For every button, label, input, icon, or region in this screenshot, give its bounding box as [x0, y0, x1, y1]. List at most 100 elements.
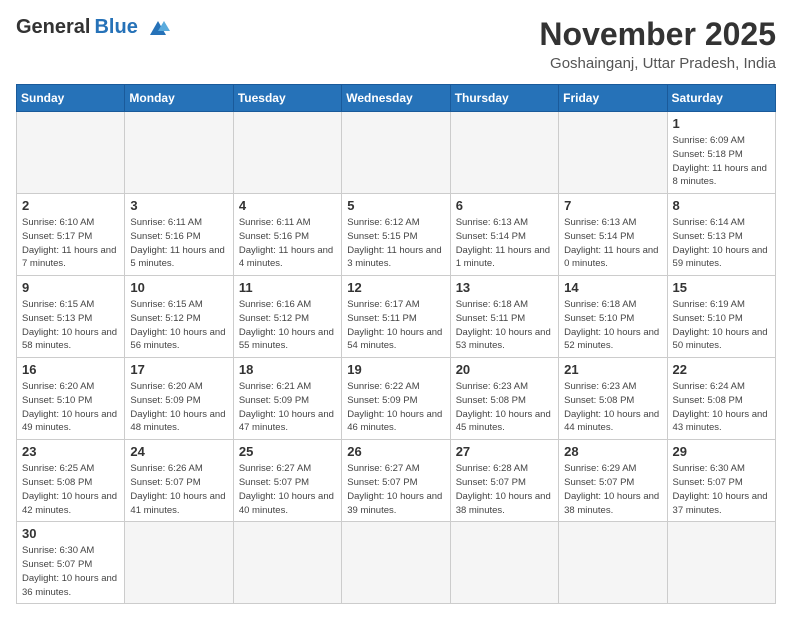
calendar-table: SundayMondayTuesdayWednesdayThursdayFrid… — [16, 84, 776, 604]
day-info: Sunrise: 6:30 AM Sunset: 5:07 PM Dayligh… — [22, 544, 119, 599]
day-info: Sunrise: 6:30 AM Sunset: 5:07 PM Dayligh… — [673, 462, 770, 517]
logo: General Blue — [16, 16, 174, 39]
day-number: 2 — [22, 198, 119, 213]
calendar-header-row: SundayMondayTuesdayWednesdayThursdayFrid… — [17, 85, 776, 112]
calendar-cell: 5Sunrise: 6:12 AM Sunset: 5:15 PM Daylig… — [342, 194, 450, 276]
day-number: 3 — [130, 198, 227, 213]
day-info: Sunrise: 6:24 AM Sunset: 5:08 PM Dayligh… — [673, 380, 770, 435]
day-number: 10 — [130, 280, 227, 295]
day-info: Sunrise: 6:15 AM Sunset: 5:13 PM Dayligh… — [22, 298, 119, 353]
day-info: Sunrise: 6:13 AM Sunset: 5:14 PM Dayligh… — [564, 216, 661, 271]
location-text: Goshainganj, Uttar Pradesh, India — [539, 55, 776, 72]
calendar-cell — [125, 522, 233, 604]
day-info: Sunrise: 6:11 AM Sunset: 5:16 PM Dayligh… — [239, 216, 336, 271]
calendar-cell: 8 Sunrise: 6:14 AM Sunset: 5:13 PM Daylig… — [667, 194, 775, 276]
day-header-thursday: Thursday — [450, 85, 558, 112]
calendar-cell: 26Sunrise: 6:27 AM Sunset: 5:07 PM Dayli… — [342, 440, 450, 522]
calendar-cell: 28Sunrise: 6:29 AM Sunset: 5:07 PM Dayli… — [559, 440, 667, 522]
day-number: 30 — [22, 526, 119, 541]
day-info: Sunrise: 6:17 AM Sunset: 5:11 PM Dayligh… — [347, 298, 444, 353]
day-number: 29 — [673, 444, 770, 459]
calendar-cell: 17 Sunrise: 6:20 AM Sunset: 5:09 PM Dayli… — [125, 358, 233, 440]
day-number: 15 — [673, 280, 770, 295]
calendar-cell: 24Sunrise: 6:26 AM Sunset: 5:07 PM Dayli… — [125, 440, 233, 522]
day-header-tuesday: Tuesday — [233, 85, 341, 112]
calendar-cell: 13 Sunrise: 6:18 AM Sunset: 5:11 PM Dayli… — [450, 276, 558, 358]
calendar-cell: 1 Sunrise: 6:09 AM Sunset: 5:18 PM Daylig… — [667, 112, 775, 194]
day-number: 13 — [456, 280, 553, 295]
day-info: Sunrise: 6:18 AM Sunset: 5:11 PM Dayligh… — [456, 298, 553, 353]
calendar-week-row: 2 Sunrise: 6:10 AM Sunset: 5:17 PM Daylig… — [17, 194, 776, 276]
day-number: 24 — [130, 444, 227, 459]
day-info: Sunrise: 6:23 AM Sunset: 5:08 PM Dayligh… — [564, 380, 661, 435]
calendar-cell: 20 Sunrise: 6:23 AM Sunset: 5:08 PM Dayli… — [450, 358, 558, 440]
calendar-week-row: 1 Sunrise: 6:09 AM Sunset: 5:18 PM Daylig… — [17, 112, 776, 194]
day-number: 25 — [239, 444, 336, 459]
calendar-cell — [559, 112, 667, 194]
calendar-cell: 15Sunrise: 6:19 AM Sunset: 5:10 PM Dayli… — [667, 276, 775, 358]
calendar-cell — [342, 522, 450, 604]
logo-icon — [142, 17, 174, 39]
day-info: Sunrise: 6:27 AM Sunset: 5:07 PM Dayligh… — [347, 462, 444, 517]
month-title: November 2025 — [539, 16, 776, 53]
calendar-cell — [125, 112, 233, 194]
day-number: 6 — [456, 198, 553, 213]
day-info: Sunrise: 6:21 AM Sunset: 5:09 PM Dayligh… — [239, 380, 336, 435]
day-number: 9 — [22, 280, 119, 295]
calendar-cell: 27 Sunrise: 6:28 AM Sunset: 5:07 PM Dayli… — [450, 440, 558, 522]
day-header-saturday: Saturday — [667, 85, 775, 112]
day-number: 27 — [456, 444, 553, 459]
day-info: Sunrise: 6:18 AM Sunset: 5:10 PM Dayligh… — [564, 298, 661, 353]
day-header-monday: Monday — [125, 85, 233, 112]
day-info: Sunrise: 6:11 AM Sunset: 5:16 PM Dayligh… — [130, 216, 227, 271]
day-number: 17 — [130, 362, 227, 377]
calendar-week-row: 16Sunrise: 6:20 AM Sunset: 5:10 PM Dayli… — [17, 358, 776, 440]
day-info: Sunrise: 6:14 AM Sunset: 5:13 PM Dayligh… — [673, 216, 770, 271]
calendar-cell: 29 Sunrise: 6:30 AM Sunset: 5:07 PM Dayli… — [667, 440, 775, 522]
calendar-cell: 7Sunrise: 6:13 AM Sunset: 5:14 PM Daylig… — [559, 194, 667, 276]
calendar-cell — [667, 522, 775, 604]
day-number: 11 — [239, 280, 336, 295]
calendar-cell: 4 Sunrise: 6:11 AM Sunset: 5:16 PM Daylig… — [233, 194, 341, 276]
calendar-cell: 25 Sunrise: 6:27 AM Sunset: 5:07 PM Dayli… — [233, 440, 341, 522]
day-number: 8 — [673, 198, 770, 213]
day-number: 22 — [673, 362, 770, 377]
day-number: 19 — [347, 362, 444, 377]
calendar-week-row: 23 Sunrise: 6:25 AM Sunset: 5:08 PM Dayli… — [17, 440, 776, 522]
calendar-cell: 21 Sunrise: 6:23 AM Sunset: 5:08 PM Dayli… — [559, 358, 667, 440]
page-header: General Blue November 2025 Goshainganj, … — [16, 16, 776, 72]
day-number: 21 — [564, 362, 661, 377]
calendar-cell: 3 Sunrise: 6:11 AM Sunset: 5:16 PM Daylig… — [125, 194, 233, 276]
calendar-cell: 16Sunrise: 6:20 AM Sunset: 5:10 PM Dayli… — [17, 358, 125, 440]
calendar-cell — [450, 522, 558, 604]
day-number: 12 — [347, 280, 444, 295]
day-info: Sunrise: 6:22 AM Sunset: 5:09 PM Dayligh… — [347, 380, 444, 435]
day-header-wednesday: Wednesday — [342, 85, 450, 112]
day-info: Sunrise: 6:16 AM Sunset: 5:12 PM Dayligh… — [239, 298, 336, 353]
day-number: 4 — [239, 198, 336, 213]
calendar-cell — [342, 112, 450, 194]
day-info: Sunrise: 6:25 AM Sunset: 5:08 PM Dayligh… — [22, 462, 119, 517]
day-number: 1 — [673, 116, 770, 131]
logo-general-text: General — [16, 16, 90, 39]
day-info: Sunrise: 6:23 AM Sunset: 5:08 PM Dayligh… — [456, 380, 553, 435]
calendar-cell: 10 Sunrise: 6:15 AM Sunset: 5:12 PM Dayli… — [125, 276, 233, 358]
day-info: Sunrise: 6:20 AM Sunset: 5:09 PM Dayligh… — [130, 380, 227, 435]
calendar-cell — [17, 112, 125, 194]
day-header-sunday: Sunday — [17, 85, 125, 112]
calendar-week-row: 9 Sunrise: 6:15 AM Sunset: 5:13 PM Daylig… — [17, 276, 776, 358]
calendar-cell — [233, 112, 341, 194]
calendar-cell: 2 Sunrise: 6:10 AM Sunset: 5:17 PM Daylig… — [17, 194, 125, 276]
calendar-cell — [233, 522, 341, 604]
day-number: 20 — [456, 362, 553, 377]
day-info: Sunrise: 6:13 AM Sunset: 5:14 PM Dayligh… — [456, 216, 553, 271]
calendar-cell: 30 Sunrise: 6:30 AM Sunset: 5:07 PM Dayli… — [17, 522, 125, 604]
day-info: Sunrise: 6:28 AM Sunset: 5:07 PM Dayligh… — [456, 462, 553, 517]
day-number: 14 — [564, 280, 661, 295]
day-number: 23 — [22, 444, 119, 459]
day-info: Sunrise: 6:27 AM Sunset: 5:07 PM Dayligh… — [239, 462, 336, 517]
day-info: Sunrise: 6:10 AM Sunset: 5:17 PM Dayligh… — [22, 216, 119, 271]
day-info: Sunrise: 6:09 AM Sunset: 5:18 PM Dayligh… — [673, 134, 770, 189]
calendar-cell: 9 Sunrise: 6:15 AM Sunset: 5:13 PM Daylig… — [17, 276, 125, 358]
day-info: Sunrise: 6:15 AM Sunset: 5:12 PM Dayligh… — [130, 298, 227, 353]
